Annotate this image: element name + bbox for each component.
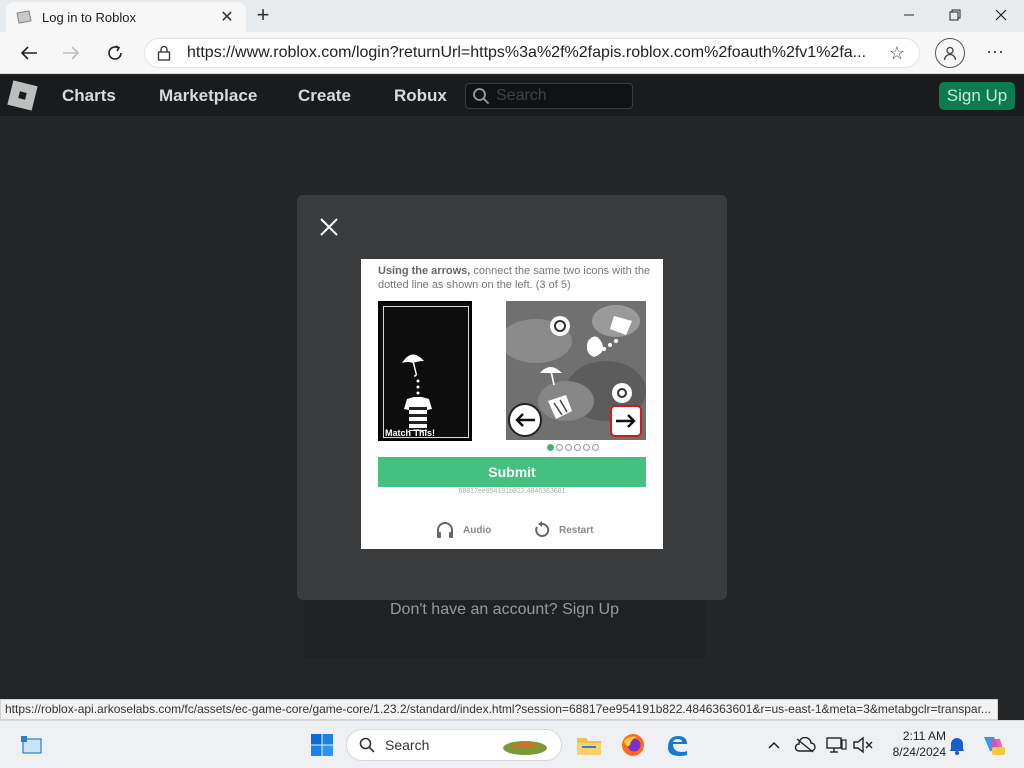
captcha-instructions: Using the arrows, connect the same two i… — [378, 264, 653, 292]
tab-title: Log in to Roblox — [42, 9, 136, 25]
progress-dot — [547, 444, 554, 451]
no-account-link[interactable]: Don't have an account? Sign Up — [304, 601, 705, 619]
windows-start-icon[interactable] — [308, 731, 336, 759]
progress-dot — [592, 444, 599, 451]
more-menu-icon[interactable]: ··· — [980, 38, 1010, 68]
search-icon — [359, 737, 375, 753]
clock-time: 2:11 AM — [902, 729, 946, 743]
instruction-bold: Using the arrows, — [378, 265, 471, 277]
taskbar-search-label: Search — [385, 737, 430, 753]
copilot-icon[interactable] — [979, 731, 1007, 759]
cloud-offline-icon[interactable] — [791, 731, 819, 759]
restore-button[interactable] — [932, 0, 978, 30]
minimize-button[interactable] — [886, 0, 932, 30]
submit-button[interactable]: Submit — [378, 457, 646, 487]
edge-icon[interactable] — [663, 731, 691, 759]
favorite-star-icon[interactable]: ☆ — [887, 43, 907, 64]
nav-robux[interactable]: Robux — [394, 86, 447, 106]
sign-up-button[interactable]: Sign Up — [939, 82, 1015, 110]
restart-label: Restart — [559, 524, 594, 536]
nav-charts[interactable]: Charts — [62, 86, 116, 106]
progress-dot — [556, 444, 563, 451]
clock-date: 8/24/2024 — [892, 745, 946, 759]
arrow-left-icon — [515, 413, 535, 427]
new-tab-button[interactable]: + — [252, 4, 274, 28]
puzzle-image — [506, 301, 646, 440]
restart-icon — [535, 521, 550, 537]
taskbar-search-box[interactable]: Search — [346, 729, 562, 761]
tab-close-icon[interactable]: ✕ — [218, 7, 236, 27]
captcha-frame: Using the arrows, connect the same two i… — [361, 259, 663, 549]
reference-image: Match This! — [378, 301, 472, 441]
roblox-search-input[interactable]: Search — [465, 83, 633, 109]
browser-tab-bar: Log in to Roblox ✕ + — [0, 0, 1024, 32]
display-icon[interactable] — [822, 731, 850, 759]
browser-tab[interactable]: Log in to Roblox ✕ — [6, 2, 246, 32]
restart-button[interactable]: Restart — [533, 521, 593, 539]
profile-avatar-icon[interactable] — [935, 38, 965, 68]
audio-label: Audio — [463, 524, 492, 536]
forward-button[interactable] — [56, 38, 86, 68]
taskbar: Search 2:11 AM 8/24/2024 — [0, 720, 1024, 768]
search-highlight-icon — [503, 741, 547, 755]
browser-toolbar: https://www.roblox.com/login?returnUrl=h… — [0, 32, 1024, 74]
arrow-left-button[interactable] — [508, 403, 542, 437]
nav-marketplace[interactable]: Marketplace — [159, 86, 257, 106]
chevron-up-icon[interactable] — [760, 731, 788, 759]
notification-bell-icon[interactable] — [943, 731, 971, 759]
progress-dot — [574, 444, 581, 451]
puzzle-progress-dots — [547, 444, 599, 451]
link-status-bar: https://roblox-api.arkoselabs.com/fc/ass… — [0, 699, 998, 720]
speaker-muted-icon[interactable] — [849, 731, 877, 759]
session-id: 68817ee954191b822.4846363601 — [458, 488, 566, 495]
address-bar[interactable]: https://www.roblox.com/login?returnUrl=h… — [144, 38, 920, 68]
nav-create[interactable]: Create — [298, 86, 351, 106]
back-button[interactable] — [14, 38, 44, 68]
audio-button[interactable]: Audio — [435, 521, 491, 539]
roblox-header: Charts Marketplace Create Robux Search S… — [0, 75, 1024, 116]
widgets-icon[interactable] — [18, 731, 46, 759]
arrow-right-button[interactable] — [610, 405, 642, 437]
search-icon — [473, 88, 490, 105]
roblox-logo[interactable] — [7, 80, 38, 111]
refresh-button[interactable] — [100, 38, 130, 68]
arrow-right-icon — [616, 414, 636, 428]
headphones-icon — [437, 522, 453, 538]
system-clock[interactable]: 2:11 AM 8/24/2024 — [880, 728, 946, 760]
file-explorer-icon[interactable] — [575, 731, 603, 759]
page-favicon-icon — [16, 9, 32, 25]
progress-dot — [583, 444, 590, 451]
umbrella-shirt-reference-icon — [402, 354, 432, 431]
search-placeholder: Search — [496, 87, 547, 104]
match-this-label: Match This! — [385, 428, 436, 438]
address-url: https://www.roblox.com/login?returnUrl=h… — [187, 44, 867, 61]
close-window-button[interactable] — [978, 0, 1024, 30]
firefox-icon[interactable] — [619, 731, 647, 759]
close-icon[interactable] — [318, 216, 340, 238]
progress-dot — [565, 444, 572, 451]
lock-icon — [157, 45, 175, 61]
